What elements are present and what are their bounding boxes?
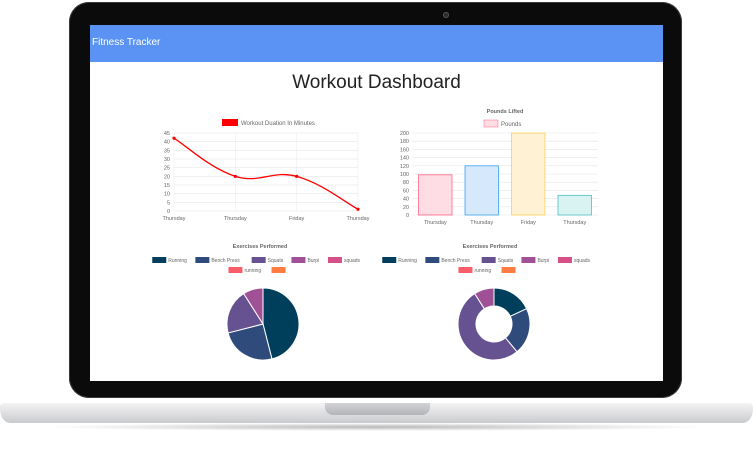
y-tick-label: 160	[400, 147, 409, 153]
y-tick-label: 200	[400, 131, 409, 137]
legend-swatch	[425, 257, 440, 263]
y-tick-label: 100	[400, 172, 409, 178]
chart-title: Pounds Lifted	[487, 109, 524, 115]
y-tick-label: 60	[403, 188, 409, 194]
legend-swatch	[521, 257, 536, 263]
y-tick-label: 80	[403, 180, 409, 186]
legend-label: Running	[168, 258, 187, 264]
page-title: Workout Dashboard	[292, 72, 461, 93]
x-tick-label: Thursday	[347, 216, 370, 222]
legend-label: running	[474, 268, 491, 274]
y-tick-label: 15	[164, 183, 170, 189]
data-point	[356, 207, 360, 211]
y-tick-label: 40	[403, 197, 409, 203]
legend-swatch	[483, 119, 499, 128]
chart-title: Exercises Performed	[463, 244, 518, 250]
y-tick-label: 5	[167, 200, 170, 206]
exercises-donut-chart: Exercises Performed Running Bench Press Squ…	[380, 240, 600, 375]
legend-label: Squats	[498, 258, 514, 264]
y-tick-label: 20	[403, 205, 409, 211]
legend-swatch	[222, 119, 238, 126]
data-point	[295, 174, 299, 178]
legend-swatch	[481, 257, 496, 263]
bar	[464, 165, 499, 216]
y-tick-label: 45	[164, 131, 170, 137]
chart-title: Exercises Performed	[233, 244, 288, 250]
x-tick-label: Thursday	[224, 216, 247, 222]
legend-swatch	[251, 257, 266, 263]
bar	[511, 132, 546, 216]
pounds-bar-chart: Pounds Lifted Pounds 200 180 160 140 120 100 80 6…	[390, 105, 610, 235]
x-tick-label: Friday	[289, 216, 305, 222]
exercises-donut-chart-svg: Exercises Performed Running Bench Press Squ…	[382, 244, 591, 361]
series-line	[173, 137, 359, 210]
legend-label: Bench Press	[441, 258, 470, 264]
bar	[418, 174, 453, 216]
y-tick-label: 140	[400, 156, 409, 162]
y-tick-label: 120	[400, 164, 409, 170]
x-tick-label: Thursday	[424, 220, 447, 226]
legend-label: Burpi	[307, 258, 319, 264]
legend-swatch	[228, 267, 243, 273]
navbar-brand[interactable]: Fitness Tracker	[92, 37, 160, 48]
y-tick-label: 25	[164, 166, 170, 172]
exercises-pie-chart-svg: Exercises Performed Running Bench Press Squ…	[152, 244, 361, 361]
data-point	[172, 136, 176, 140]
laptop-notch	[325, 403, 430, 415]
navbar: Fitness Tracker	[90, 25, 663, 62]
laptop-shadow	[40, 423, 713, 431]
x-tick-label: Thursday	[163, 216, 186, 222]
y-tick-label: 180	[400, 139, 409, 145]
camera-icon	[443, 12, 449, 18]
y-tick-label: 30	[164, 157, 170, 163]
legend-swatch	[195, 257, 210, 263]
y-tick-label: 35	[164, 148, 170, 154]
bar	[557, 194, 592, 216]
legend-swatch	[291, 257, 306, 263]
legend-label: running	[244, 268, 261, 274]
legend-swatch	[382, 257, 397, 263]
legend-swatch	[152, 257, 167, 263]
duration-line-chart-svg: Workout Duation In Minutes 45 40 35 30 25 20 15…	[163, 119, 370, 222]
legend-label: Running	[398, 258, 417, 264]
x-tick-label: Thursday	[563, 220, 586, 226]
y-tick-label: 10	[164, 192, 170, 198]
legend-swatch	[271, 267, 286, 273]
legend-label: Pounds	[501, 122, 521, 128]
legend-swatch	[458, 267, 473, 273]
legend-label: Squats	[268, 258, 284, 264]
y-tick-label: 0	[167, 209, 170, 215]
legend-label: squads	[344, 258, 361, 264]
x-tick-label: Thursday	[470, 220, 493, 226]
legend-swatch	[327, 257, 342, 263]
y-tick-label: 40	[164, 140, 170, 146]
legend-swatch	[557, 257, 572, 263]
y-tick-label: 20	[164, 174, 170, 180]
legend-label: Workout Duation In Minutes	[241, 121, 315, 127]
pounds-bar-chart-svg: Pounds LiftedPounds200180160140120100806…	[400, 109, 598, 226]
browser-screen: Fitness Tracker Workout Dashboard Workou…	[90, 25, 663, 381]
legend-swatch	[501, 267, 516, 273]
duration-line-chart: Workout Duation In Minutes 45 40 35 30 25 20 15…	[150, 115, 390, 230]
y-tick-label: 0	[406, 213, 409, 219]
exercises-pie-chart: Exercises Performed Running Bench Press Squ…	[150, 240, 370, 375]
legend-label: Bench Press	[211, 258, 240, 264]
data-point	[233, 174, 237, 178]
x-tick-label: Friday	[521, 220, 537, 226]
legend-label: Burpi	[537, 258, 549, 264]
legend-label: squads	[574, 258, 591, 264]
